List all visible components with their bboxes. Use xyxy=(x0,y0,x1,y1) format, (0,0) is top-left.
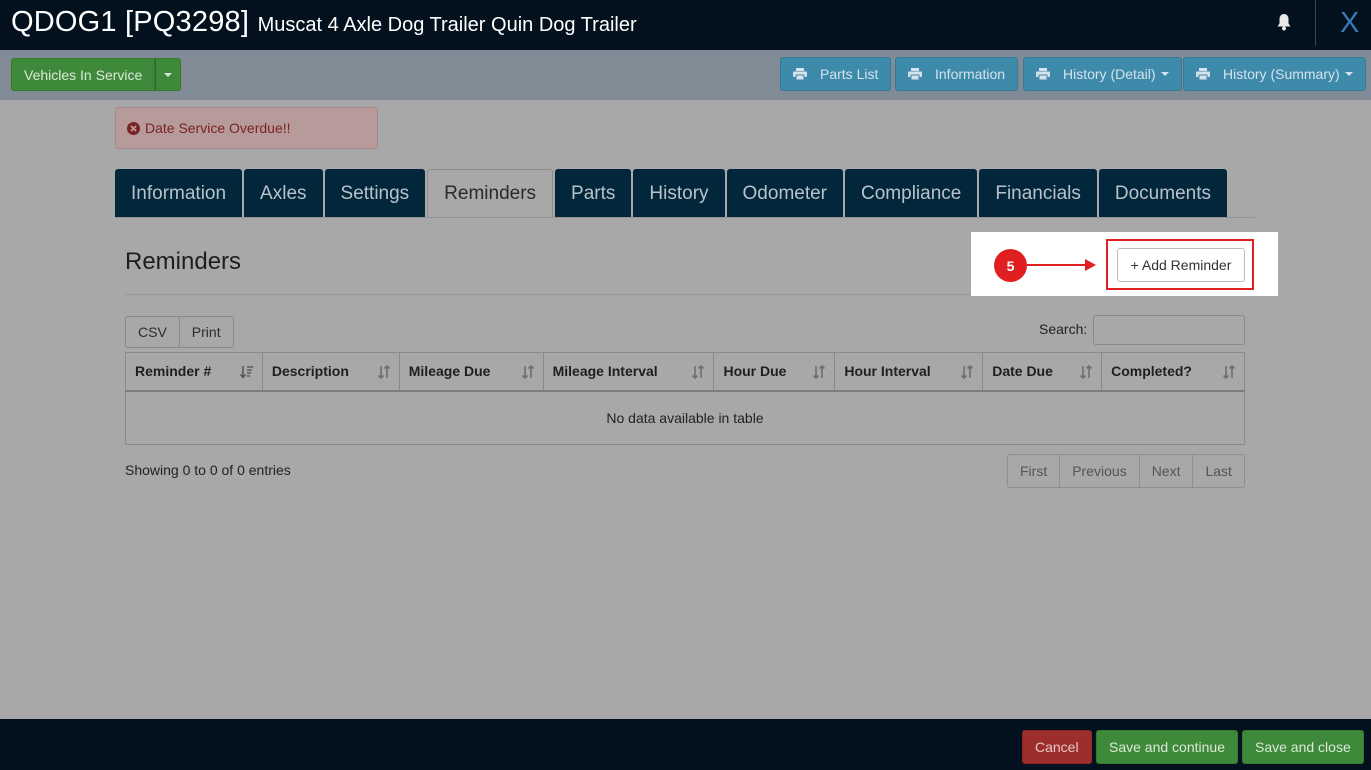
csv-button[interactable]: CSV xyxy=(125,316,180,348)
column-header-mileage-due[interactable]: Mileage Due xyxy=(398,352,544,392)
cancel-button[interactable]: Cancel xyxy=(1022,730,1092,764)
entries-info: Showing 0 to 0 of 0 entries xyxy=(125,462,291,478)
reminders-table: Reminder # Description Mileage Due Milea… xyxy=(125,352,1245,445)
vehicles-in-service-button[interactable]: Vehicles In Service xyxy=(11,58,156,91)
alert-text: Date Service Overdue!! xyxy=(145,120,291,136)
printer-icon xyxy=(1196,68,1210,80)
pagination-previous[interactable]: Previous xyxy=(1059,454,1140,488)
print-information-button[interactable]: Information xyxy=(895,57,1019,91)
error-circle-icon xyxy=(127,121,140,135)
sort-both-icon xyxy=(692,365,705,379)
save-and-continue-button[interactable]: Save and continue xyxy=(1096,730,1238,764)
tab-parts[interactable]: Parts xyxy=(555,169,632,218)
vehicle-description: Muscat 4 Axle Dog Trailer Quin Dog Trail… xyxy=(257,14,637,36)
sort-both-icon xyxy=(1222,365,1236,379)
print-parts-list-button[interactable]: Parts List xyxy=(780,57,892,91)
printer-icon xyxy=(793,68,807,80)
step-badge: 5 xyxy=(994,249,1027,282)
service-overdue-alert: Date Service Overdue!! xyxy=(115,107,378,149)
tab-compliance[interactable]: Compliance xyxy=(845,169,978,218)
bell-icon[interactable] xyxy=(1276,13,1292,31)
chevron-down-icon xyxy=(1160,72,1169,76)
pagination-next[interactable]: Next xyxy=(1138,454,1194,488)
column-label: Completed? xyxy=(1111,363,1192,380)
print-history-detail-dropdown[interactable]: History (Detail) xyxy=(1023,57,1182,91)
column-label: Hour Due xyxy=(723,363,787,380)
vehicle-status-dropdown: Vehicles In Service xyxy=(11,58,182,91)
column-header-date-due[interactable]: Date Due xyxy=(982,352,1103,392)
column-header-reminder-number[interactable]: Reminder # xyxy=(125,352,263,392)
window-title: QDOG1 [PQ3298] Muscat 4 Axle Dog Trailer… xyxy=(11,6,637,39)
column-label: Description xyxy=(271,363,349,380)
sort-both-icon xyxy=(521,365,534,379)
printer-icon xyxy=(908,68,922,80)
footer-bar: Cancel Save and continue Save and close xyxy=(0,719,1371,770)
print-history-summary-label: History (Summary) xyxy=(1223,66,1340,82)
tab-settings[interactable]: Settings xyxy=(324,169,426,218)
chevron-down-icon xyxy=(1344,72,1353,76)
empty-table-message: No data available in table xyxy=(125,390,1245,445)
column-label: Mileage Interval xyxy=(552,363,658,380)
title-bar: QDOG1 [PQ3298] Muscat 4 Axle Dog Trailer… xyxy=(0,0,1371,50)
tab-odometer[interactable]: Odometer xyxy=(726,169,844,218)
printer-icon xyxy=(1036,68,1050,80)
print-history-summary-dropdown[interactable]: History (Summary) xyxy=(1183,57,1366,91)
pagination-last[interactable]: Last xyxy=(1192,454,1245,488)
save-and-close-button[interactable]: Save and close xyxy=(1242,730,1364,764)
print-button[interactable]: Print xyxy=(179,316,234,348)
vehicle-status-caret-button[interactable] xyxy=(155,58,182,91)
tab-history[interactable]: History xyxy=(633,169,725,218)
column-label: Reminder # xyxy=(135,363,212,380)
tab-underline xyxy=(115,217,1255,218)
column-header-description[interactable]: Description xyxy=(261,352,400,392)
search-input[interactable] xyxy=(1093,315,1245,345)
table-header-row: Reminder # Description Mileage Due Milea… xyxy=(125,352,1245,392)
annotation-highlight: 5 + Add Reminder xyxy=(971,232,1278,296)
column-label: Mileage Due xyxy=(408,363,491,380)
page-title: Reminders xyxy=(125,248,242,275)
arrow-line xyxy=(1027,264,1087,266)
export-button-group: CSV Print xyxy=(125,316,234,348)
column-header-hour-due[interactable]: Hour Due xyxy=(713,352,836,392)
close-button[interactable]: X xyxy=(1340,7,1359,40)
print-history-detail-label: History (Detail) xyxy=(1063,66,1156,82)
toolbar: Vehicles In Service Parts List Informati… xyxy=(0,50,1371,100)
tab-documents[interactable]: Documents xyxy=(1098,169,1227,218)
sort-descending-icon xyxy=(239,366,253,379)
header-divider xyxy=(1315,0,1316,46)
pagination-first[interactable]: First xyxy=(1007,454,1061,488)
sort-both-icon xyxy=(1080,365,1093,379)
add-reminder-button[interactable]: + Add Reminder xyxy=(1117,248,1245,282)
tab-information[interactable]: Information xyxy=(115,169,243,218)
print-information-label: Information xyxy=(935,66,1006,82)
table-row: No data available in table xyxy=(125,390,1245,445)
column-label: Date Due xyxy=(992,363,1053,380)
sort-both-icon xyxy=(961,365,974,379)
column-label: Hour Interval xyxy=(844,363,931,380)
vehicle-tabs: Information Axles Settings Reminders Par… xyxy=(115,169,1229,218)
tab-financials[interactable]: Financials xyxy=(979,169,1097,218)
column-header-mileage-interval[interactable]: Mileage Interval xyxy=(542,352,715,392)
print-parts-list-label: Parts List xyxy=(820,66,879,82)
vehicle-code: QDOG1 [PQ3298] xyxy=(11,6,250,38)
arrow-right-icon xyxy=(1085,259,1096,271)
column-header-completed[interactable]: Completed? xyxy=(1101,352,1245,392)
pagination: First Previous Next Last xyxy=(1007,454,1245,488)
sort-both-icon xyxy=(813,365,826,379)
tab-axles[interactable]: Axles xyxy=(244,169,323,218)
sort-both-icon xyxy=(377,365,390,379)
chevron-down-icon xyxy=(164,72,173,77)
search-label: Search: xyxy=(1039,321,1088,337)
tab-reminders[interactable]: Reminders xyxy=(427,169,554,218)
column-header-hour-interval[interactable]: Hour Interval xyxy=(834,352,984,392)
